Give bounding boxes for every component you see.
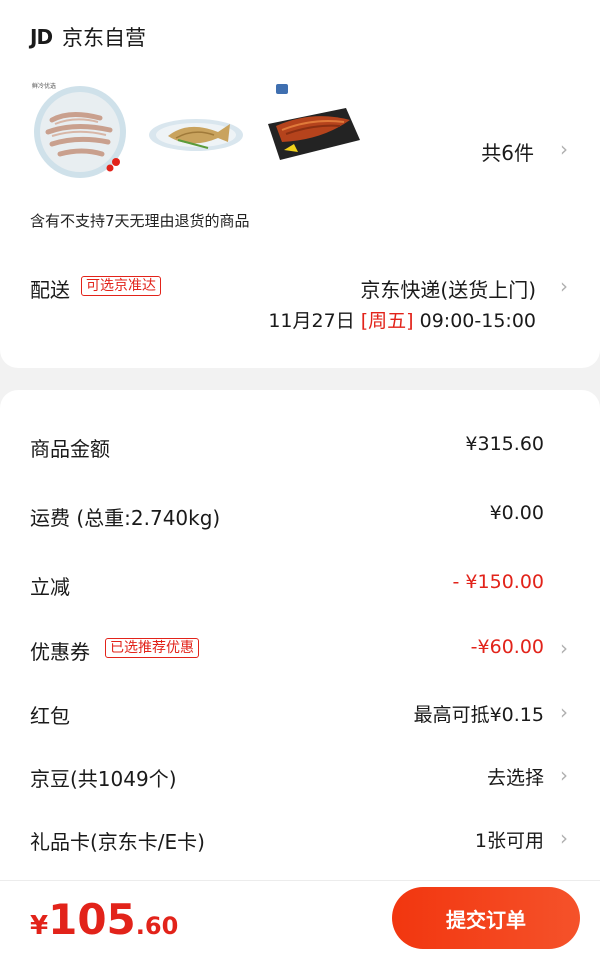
- jd-beans-label: 京豆(共1049个): [30, 767, 177, 791]
- jd-logo: JD: [30, 25, 53, 49]
- delivery-method[interactable]: 京东快递(送货上门): [360, 274, 536, 303]
- no-return-notice: 含有不支持7天无理由退货的商品: [30, 212, 250, 230]
- chevron-right-icon[interactable]: ›: [560, 274, 568, 298]
- coupon-label: 优惠券: [30, 640, 90, 664]
- order-summary-card: [0, 390, 600, 880]
- total-integer: 105: [48, 895, 136, 944]
- product-image-fish: [149, 119, 243, 151]
- shipping-value: ¥0.00: [489, 502, 544, 524]
- delivery-time[interactable]: 11月27日 [周五] 09:00-15:00: [268, 306, 536, 333]
- goods-amount-value: ¥315.60: [465, 433, 544, 455]
- chevron-right-icon[interactable]: ›: [560, 826, 568, 850]
- jd-precise-delivery-tag[interactable]: 可选京准达: [81, 276, 161, 296]
- chevron-right-icon[interactable]: ›: [560, 636, 568, 660]
- coupon-tag: 已选推荐优惠: [105, 638, 199, 658]
- delivery-label: 配送: [30, 278, 70, 302]
- total-decimal: .60: [135, 912, 179, 940]
- shipping-label: 运费 (总重:2.740kg): [30, 506, 221, 530]
- checkout-bar: ¥ 105 .60 提交订单: [0, 880, 600, 958]
- submit-order-button[interactable]: 提交订单: [392, 887, 580, 949]
- brand-mark: 鲜冷优选: [32, 82, 56, 90]
- product-image-shrimp: 鲜冷优选: [32, 82, 126, 178]
- chevron-right-icon[interactable]: ›: [560, 137, 568, 161]
- jd-beans-value[interactable]: 去选择: [487, 763, 544, 790]
- delivery-time-range: 09:00-15:00: [419, 310, 536, 332]
- delivery-date: 11月27日: [268, 310, 355, 332]
- currency-symbol: ¥: [30, 911, 49, 941]
- order-items-card: JD 京东自营 鲜冷优选 共6件 › 含有不支持7天无理由退货的商品 配送 可选…: [0, 0, 600, 368]
- chevron-right-icon[interactable]: ›: [560, 700, 568, 724]
- shop-name: 京东自营: [62, 26, 147, 50]
- coupon-value[interactable]: -¥60.00: [471, 636, 544, 658]
- product-image-eel: [268, 84, 360, 160]
- goods-amount-label: 商品金额: [30, 437, 110, 461]
- gift-card-label: 礼品卡(京东卡/E卡): [30, 830, 205, 854]
- red-packet-label: 红包: [30, 704, 70, 728]
- instant-discount-label: 立减: [30, 575, 70, 599]
- chevron-right-icon[interactable]: ›: [560, 763, 568, 787]
- item-count[interactable]: 共6件: [481, 137, 534, 166]
- gift-card-value[interactable]: 1张可用: [475, 826, 544, 853]
- delivery-weekday: [周五]: [360, 310, 414, 332]
- total-price: ¥ 105 .60: [30, 895, 178, 944]
- red-packet-value[interactable]: 最高可抵¥0.15: [414, 700, 544, 727]
- instant-discount-value: - ¥150.00: [452, 571, 544, 593]
- shop-header: JD 京东自营: [30, 22, 146, 52]
